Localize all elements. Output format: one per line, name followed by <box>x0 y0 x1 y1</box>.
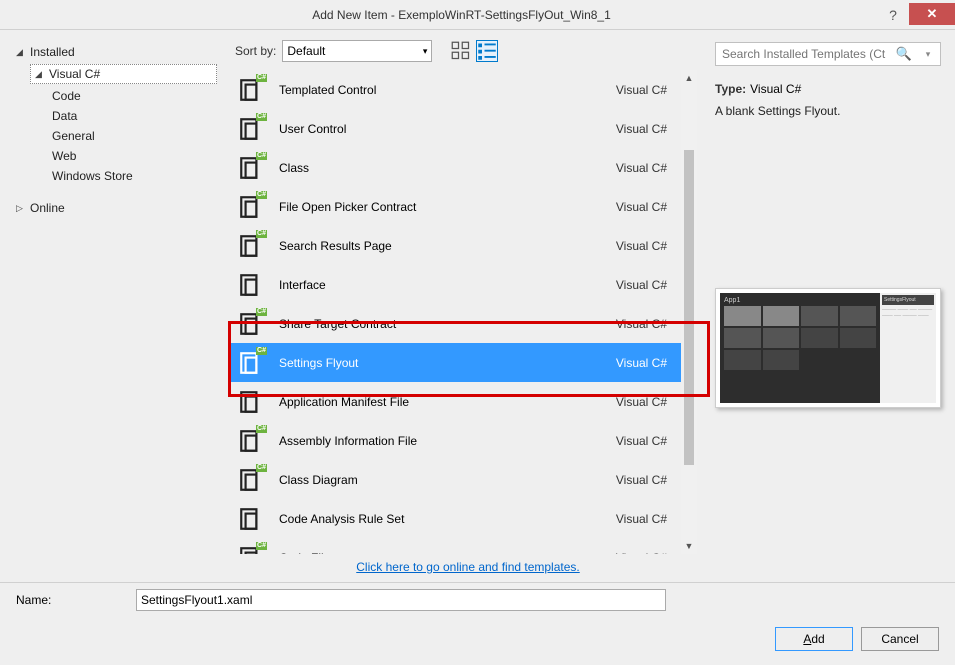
sort-label: Sort by: <box>235 44 276 58</box>
window-title: Add New Item - ExemploWinRT-SettingsFlyO… <box>46 8 877 22</box>
template-name: Assembly Information File <box>279 434 602 448</box>
template-icon <box>237 271 265 299</box>
tree-child-code[interactable]: Code <box>14 86 217 106</box>
template-icon: C# <box>237 154 265 182</box>
template-icon: C# <box>237 193 265 221</box>
close-button[interactable]: ✕ <box>909 3 955 25</box>
template-name: Share Target Contract <box>279 317 602 331</box>
scrollbar[interactable]: ▲ ▼ <box>681 70 697 554</box>
search-input-wrap: 🔍 ▾ <box>715 42 941 66</box>
template-lang: Visual C# <box>616 473 667 487</box>
scroll-thumb[interactable] <box>684 150 694 465</box>
chevron-down-icon: ◢ <box>35 69 45 80</box>
template-row[interactable]: Interface Visual C# <box>231 265 681 304</box>
template-row[interactable]: C# Code File Visual C# <box>231 538 681 554</box>
online-templates-link[interactable]: Click here to go online and find templat… <box>356 560 579 574</box>
template-lang: Visual C# <box>616 317 667 331</box>
template-lang: Visual C# <box>616 122 667 136</box>
tree-child-web[interactable]: Web <box>14 146 217 166</box>
view-medium-icons-button[interactable] <box>450 40 472 62</box>
chevron-right-icon: ▷ <box>16 203 26 214</box>
template-row[interactable]: Code Analysis Rule Set Visual C# <box>231 499 681 538</box>
template-name: Application Manifest File <box>279 395 602 409</box>
search-icon[interactable]: 🔍 <box>892 46 916 62</box>
template-icon <box>237 388 265 416</box>
template-name: File Open Picker Contract <box>279 200 602 214</box>
template-icon: C# <box>237 310 265 338</box>
scroll-up-icon[interactable]: ▲ <box>681 70 697 86</box>
template-lang: Visual C# <box>616 161 667 175</box>
tree-child-windows-store[interactable]: Windows Store <box>14 166 217 186</box>
template-icon: C# <box>237 427 265 455</box>
template-name: Class Diagram <box>279 473 602 487</box>
template-name: Code Analysis Rule Set <box>279 512 602 526</box>
sort-value: Default <box>287 44 325 58</box>
template-name: Code File <box>279 551 602 555</box>
template-row[interactable]: Application Manifest File Visual C# <box>231 382 681 421</box>
template-lang: Visual C# <box>616 278 667 292</box>
template-row[interactable]: C# User Control Visual C# <box>231 109 681 148</box>
template-name: User Control <box>279 122 602 136</box>
template-lang: Visual C# <box>616 512 667 526</box>
tree-label: Online <box>30 201 65 215</box>
template-icon: C# <box>237 466 265 494</box>
view-small-icons-button[interactable] <box>476 40 498 62</box>
template-icon: C# <box>237 544 265 555</box>
template-lang: Visual C# <box>616 434 667 448</box>
template-row[interactable]: C# Share Target Contract Visual C# <box>231 304 681 343</box>
template-name: Settings Flyout <box>279 356 602 370</box>
template-row[interactable]: C# Settings Flyout Visual C# <box>231 343 681 382</box>
template-row[interactable]: C# Assembly Information File Visual C# <box>231 421 681 460</box>
template-name: Templated Control <box>279 83 602 97</box>
template-row[interactable]: C# File Open Picker Contract Visual C# <box>231 187 681 226</box>
template-lang: Visual C# <box>616 83 667 97</box>
template-name: Search Results Page <box>279 239 602 253</box>
template-lang: Visual C# <box>616 551 667 555</box>
cancel-button[interactable]: Cancel <box>861 627 939 651</box>
template-icon: C# <box>237 115 265 143</box>
template-list[interactable]: C# Templated Control Visual C# C# User Contr… <box>231 70 681 554</box>
tree-visual-csharp[interactable]: ◢ Visual C# <box>30 64 217 84</box>
name-input[interactable] <box>136 589 666 611</box>
template-lang: Visual C# <box>616 200 667 214</box>
template-row[interactable]: C# Templated Control Visual C# <box>231 70 681 109</box>
search-dropdown-icon[interactable]: ▾ <box>916 49 940 60</box>
chevron-down-icon: ◢ <box>16 47 26 58</box>
sort-dropdown[interactable]: Default ▾ <box>282 40 432 62</box>
template-lang: Visual C# <box>616 356 667 370</box>
tree-child-general[interactable]: General <box>14 126 217 146</box>
template-icon: C# <box>237 76 265 104</box>
template-lang: Visual C# <box>616 239 667 253</box>
chevron-down-icon: ▾ <box>423 46 428 57</box>
tree-installed[interactable]: ◢ Installed <box>14 42 217 62</box>
add-button[interactable]: Add <box>775 627 853 651</box>
category-tree: ◢ Installed ◢ Visual C# Code Data Genera… <box>0 30 225 582</box>
tree-child-data[interactable]: Data <box>14 106 217 126</box>
template-preview: App1 SettingsFlyout ──── ─── ── ──── ───… <box>715 288 941 408</box>
template-lang: Visual C# <box>616 395 667 409</box>
scroll-down-icon[interactable]: ▼ <box>681 538 697 554</box>
template-row[interactable]: C# Class Visual C# <box>231 148 681 187</box>
tree-online[interactable]: ▷ Online <box>14 198 217 218</box>
info-description: A blank Settings Flyout. <box>715 104 941 118</box>
name-label: Name: <box>16 593 126 607</box>
template-icon <box>237 505 265 533</box>
info-type: Type:Visual C# <box>715 82 941 96</box>
search-input[interactable] <box>716 47 892 61</box>
template-name: Class <box>279 161 602 175</box>
template-name: Interface <box>279 278 602 292</box>
help-button[interactable]: ? <box>877 3 909 27</box>
template-icon: C# <box>237 349 265 377</box>
template-row[interactable]: C# Class Diagram Visual C# <box>231 460 681 499</box>
template-icon: C# <box>237 232 265 260</box>
tree-label: Installed <box>30 45 75 59</box>
tree-label: Visual C# <box>49 67 100 81</box>
template-row[interactable]: C# Search Results Page Visual C# <box>231 226 681 265</box>
